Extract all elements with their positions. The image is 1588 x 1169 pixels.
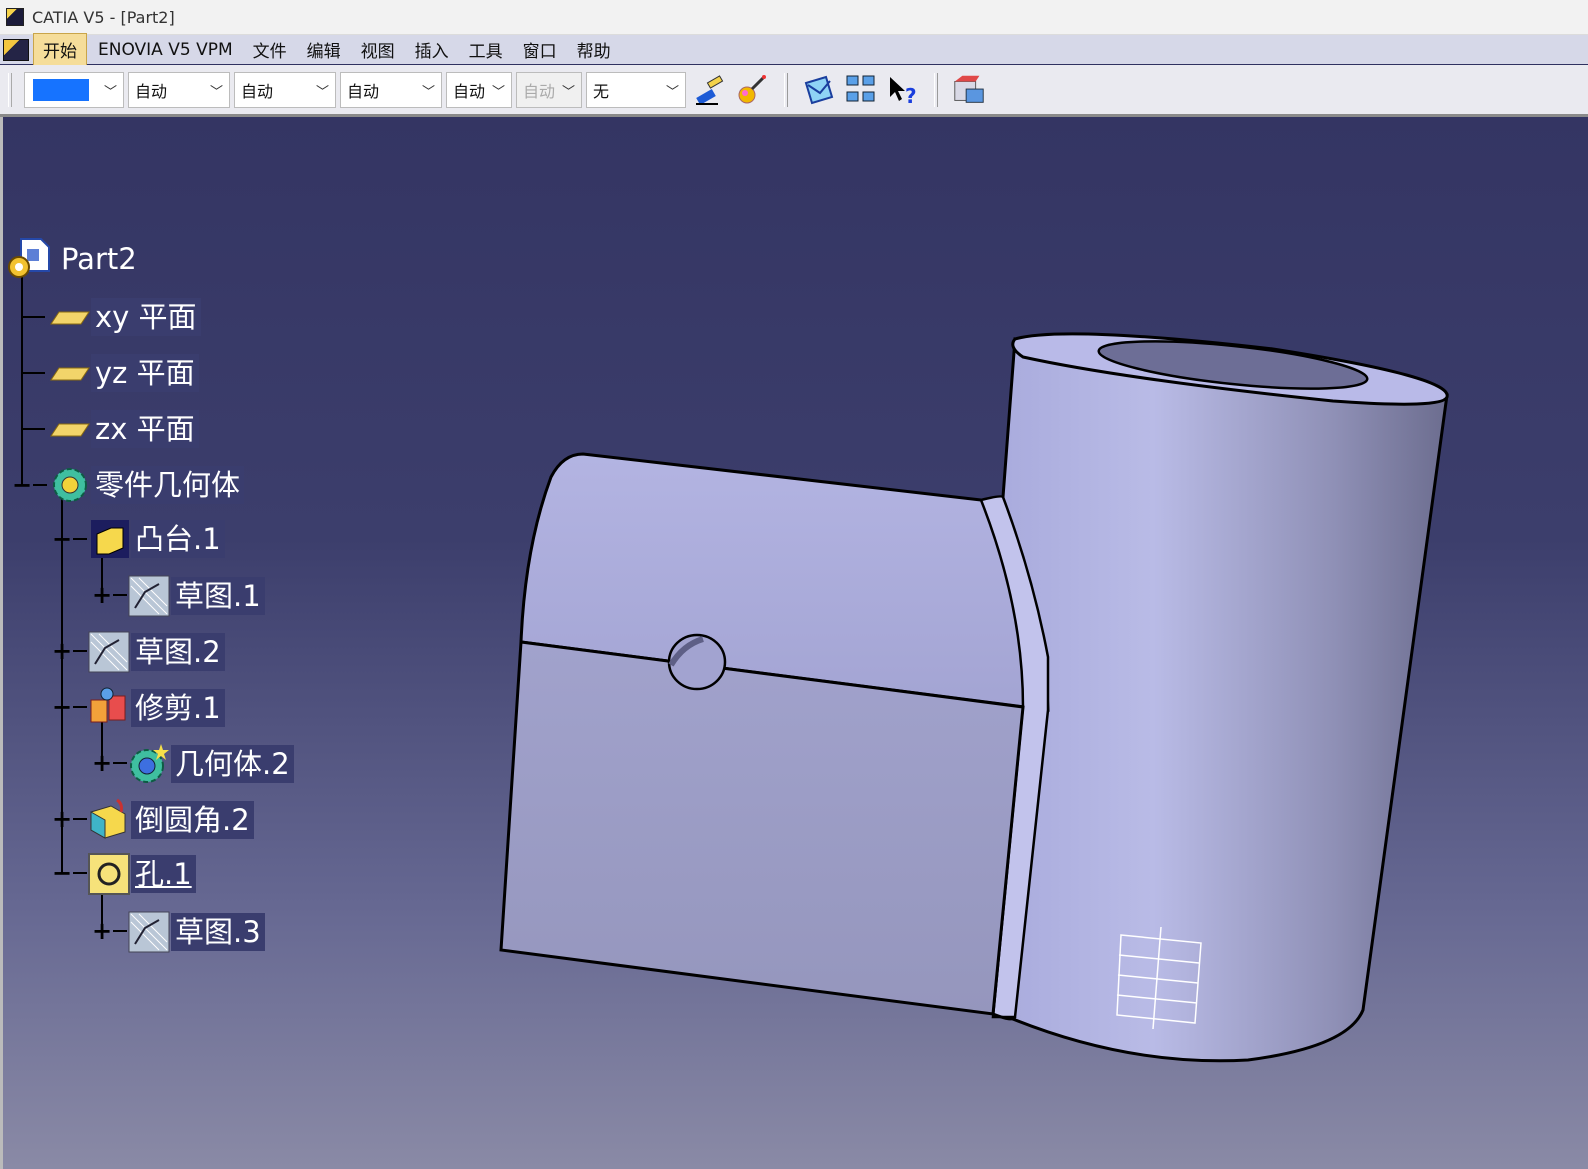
tree-root-part[interactable]: Part2 (7, 237, 141, 281)
chevron-down-icon: ﹀ (491, 84, 505, 100)
magic-wand-icon[interactable] (735, 72, 771, 108)
sketch-icon (88, 631, 130, 673)
tree-item-xy-plane[interactable]: xy 平面 (49, 298, 201, 336)
plane-icon (50, 423, 90, 437)
menu-window[interactable]: 窗口 (514, 34, 566, 65)
expand-icon[interactable]: + (91, 583, 113, 607)
title-bar: CATIA V5 - [Part2] (0, 0, 1588, 35)
tree-item-yz-plane[interactable]: yz 平面 (49, 354, 199, 392)
tree-item-hole[interactable]: 孔.1 (87, 852, 196, 896)
chevron-down-icon: ﹀ (665, 84, 679, 100)
menu-help[interactable]: 帮助 (568, 34, 620, 65)
expand-icon[interactable]: + (91, 919, 113, 943)
rendering-style-combo[interactable]: 自动 ﹀ (516, 71, 582, 108)
paint-brush-icon[interactable] (693, 72, 729, 108)
expand-icon[interactable]: + (51, 639, 73, 663)
toolbar-separator (784, 72, 788, 107)
menu-start[interactable]: 开始 (33, 33, 87, 66)
window-title: CATIA V5 - [Part2] (32, 7, 175, 27)
menu-view[interactable]: 视图 (352, 34, 404, 65)
tree-item-fillet[interactable]: 倒圆角.2 (87, 798, 254, 842)
chevron-down-icon: ﹀ (103, 84, 117, 100)
part-icon (8, 238, 50, 278)
tree-item-pad[interactable]: 凸台.1 (89, 518, 225, 560)
collapse-icon[interactable]: − (51, 695, 73, 719)
chevron-down-icon: ﹀ (421, 84, 435, 100)
menu-file[interactable]: 文件 (244, 34, 296, 65)
tree-item-sketch-3[interactable]: 草图.3 (127, 910, 265, 954)
collapse-icon[interactable]: − (51, 861, 73, 885)
catalog-icon[interactable] (951, 72, 987, 108)
collapse-icon[interactable]: − (51, 527, 73, 551)
catia-logo-icon[interactable] (3, 38, 29, 61)
chevron-down-icon: ﹀ (315, 84, 329, 100)
3d-viewport[interactable]: Part2 xy 平面 yz 平面 zx 平面 − 零件几何体 − 凸台.1 + (0, 117, 1588, 1169)
toolbar-separator (934, 72, 938, 107)
sketch-icon (128, 575, 170, 617)
fillet-icon (90, 798, 126, 839)
menu-insert[interactable]: 插入 (406, 34, 458, 65)
trim-icon (90, 687, 126, 723)
tree-item-part-body[interactable]: 零件几何体 (49, 464, 245, 506)
expand-icon[interactable]: + (91, 751, 113, 775)
color-swatch (33, 78, 89, 101)
plane-icon (50, 311, 90, 325)
graphic-properties-toolbar: ﹀ 自动 ﹀ 自动 ﹀ 自动 ﹀ 自动 ﹀ 自动 ﹀ 无 ﹀ ? (0, 65, 1588, 117)
linetype-combo[interactable]: 自动 ﹀ (340, 71, 442, 108)
plane-icon (50, 367, 90, 381)
tree-item-body-2[interactable]: 几何体.2 (127, 742, 294, 786)
hole-icon (88, 853, 130, 895)
multi-view-icon[interactable] (843, 72, 879, 108)
menu-enovia[interactable]: ENOVIA V5 VPM (89, 37, 242, 63)
expand-icon[interactable]: + (51, 807, 73, 831)
tree-item-sketch-2[interactable]: 草图.2 (87, 630, 225, 674)
menu-tools[interactable]: 工具 (460, 34, 512, 65)
tree-item-zx-plane[interactable]: zx 平面 (49, 410, 199, 448)
line-thickness-combo[interactable]: 自动 ﹀ (234, 71, 336, 108)
menu-bar: 开始 ENOVIA V5 VPM 文件 编辑 视图 插入 工具 窗口 帮助 (0, 33, 1588, 66)
point-symbol-combo[interactable]: 自动 ﹀ (446, 71, 512, 108)
svg-text:?: ? (905, 84, 917, 107)
chevron-down-icon: ﹀ (209, 84, 223, 100)
collapse-icon[interactable]: − (11, 473, 33, 497)
tree-item-sketch-1[interactable]: 草图.1 (127, 574, 265, 618)
toolbar-grip[interactable] (8, 72, 12, 107)
body-icon (130, 744, 169, 783)
chevron-down-icon: ﹀ (561, 84, 575, 100)
whats-this-help-icon[interactable]: ? (885, 72, 921, 108)
pad-icon (91, 520, 129, 558)
catia-app-icon[interactable] (6, 8, 24, 26)
tree-item-trim[interactable]: 修剪.1 (87, 686, 225, 730)
menu-edit[interactable]: 编辑 (298, 34, 350, 65)
layer-combo[interactable]: 无 ﹀ (586, 71, 686, 108)
sketch-icon (128, 911, 170, 953)
color-combo[interactable]: ﹀ (24, 71, 124, 108)
transparency-combo[interactable]: 自动 ﹀ (128, 71, 230, 108)
body-icon (53, 468, 87, 502)
graphic-properties-icon[interactable] (801, 72, 837, 108)
